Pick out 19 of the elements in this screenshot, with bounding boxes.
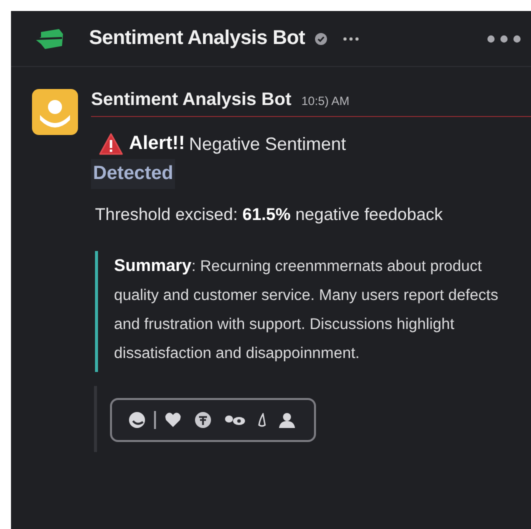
heart-icon[interactable] (164, 412, 182, 428)
drop-icon[interactable] (258, 413, 266, 427)
bot-avatar-icon (32, 89, 78, 135)
smile-icon[interactable] (128, 411, 146, 429)
coin-icon[interactable] (194, 411, 212, 429)
author-name[interactable]: Sentiment Analysis Bot (91, 89, 292, 110)
summary-text: Summary: Recurning creenmmernats about product quality and customer service. Many users report defects and frustration with support. Discussions highlight dissatisfaction and disappoinnment. (114, 255, 500, 364)
threshold-text: Threshold excised: 61.5% negative feedoback (95, 205, 444, 225)
detected-label: Detected (91, 159, 176, 189)
alert-text: Negative Sentiment (188, 134, 346, 154)
more-icon[interactable] (343, 36, 360, 40)
warning-icon (99, 133, 123, 155)
person-icon[interactable] (278, 412, 296, 428)
menu-icon[interactable] (487, 34, 521, 42)
alert-title: Alert!! (129, 133, 185, 155)
logo-icon (35, 28, 65, 50)
timestamp: 10:5) AM (301, 94, 350, 108)
reaction-divider (154, 411, 156, 429)
bot-title: Sentiment Analysis Bot (89, 27, 306, 50)
